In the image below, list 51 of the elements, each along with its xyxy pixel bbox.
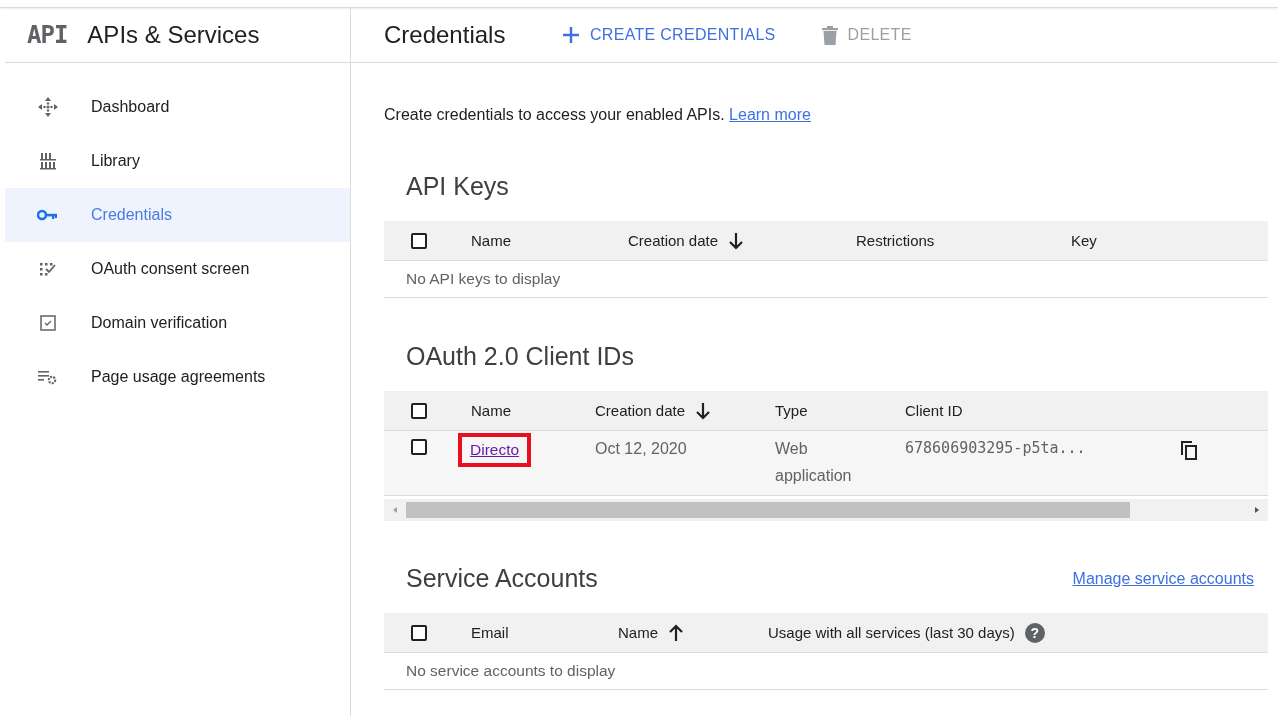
- column-header[interactable]: Name: [471, 402, 511, 419]
- checkbox-square-icon: [40, 315, 56, 331]
- learn-more-link[interactable]: Learn more: [729, 106, 811, 123]
- list-gear-icon: [37, 369, 59, 385]
- api-logo: API: [27, 21, 68, 49]
- create-credentials-button[interactable]: CREATE CREDENTIALS: [556, 22, 782, 48]
- arrow-down-icon[interactable]: [728, 231, 745, 250]
- table-cell-text: 678606903295-p5ta...: [905, 438, 1087, 459]
- plus-icon: [562, 26, 580, 44]
- column-header[interactable]: Name: [471, 232, 511, 249]
- column-header[interactable]: Creation date: [628, 232, 719, 249]
- dotted-check-icon: [39, 261, 57, 277]
- column-header[interactable]: Client ID: [905, 402, 963, 419]
- key-icon: [37, 208, 59, 222]
- column-header[interactable]: Type: [775, 402, 808, 419]
- sidebar-item[interactable]: Library: [5, 134, 350, 188]
- checkbox[interactable]: [411, 624, 427, 641]
- manage-link[interactable]: Manage service accounts: [1072, 569, 1254, 588]
- trash-icon: [821, 25, 838, 45]
- sidebar-item[interactable]: Page usage agreements: [5, 350, 350, 404]
- column-header[interactable]: Key: [1071, 232, 1097, 249]
- intro-text: Create credentials to access your enabled APIs. Learn more: [384, 106, 812, 124]
- column-header[interactable]: Usage with all services (last 30 days): [768, 624, 1015, 641]
- column-header[interactable]: Restrictions: [856, 232, 935, 249]
- library-icon: [39, 152, 57, 170]
- table-cell-text: Web application: [775, 439, 853, 486]
- column-header[interactable]: Email: [471, 624, 509, 641]
- section-title: API Keys: [405, 172, 509, 201]
- checkbox[interactable]: [411, 439, 427, 455]
- section-title: Service Accounts: [405, 564, 598, 593]
- checkbox[interactable]: [411, 232, 427, 249]
- page-title: Credentials: [384, 21, 507, 49]
- checkbox[interactable]: [411, 402, 427, 419]
- sidebar-item[interactable]: OAuth consent screen: [5, 242, 350, 296]
- help-icon[interactable]: ?: [1024, 622, 1045, 643]
- column-header[interactable]: Creation date: [595, 402, 686, 419]
- table-cell-text: Oct 12, 2020: [595, 439, 688, 459]
- arrow-down-icon[interactable]: [695, 401, 712, 420]
- copy-icon[interactable]: [1181, 441, 1197, 460]
- arrow-up-icon[interactable]: [668, 623, 684, 642]
- sidebar-item[interactable]: Credentials: [5, 188, 350, 242]
- move-arrows-icon: [37, 96, 59, 118]
- client-name-link[interactable]: Directo: [470, 441, 520, 458]
- product-title: APIs & Services: [87, 21, 260, 49]
- empty-message: No service accounts to display: [384, 653, 1268, 690]
- sidebar-item[interactable]: Domain verification: [5, 296, 350, 350]
- column-header[interactable]: Name: [618, 624, 658, 641]
- horizontal-scrollbar[interactable]: [384, 499, 1268, 521]
- sidebar-item[interactable]: Dashboard: [5, 80, 350, 134]
- section-title: OAuth 2.0 Client IDs: [405, 342, 634, 371]
- empty-message: No API keys to display: [384, 261, 1268, 298]
